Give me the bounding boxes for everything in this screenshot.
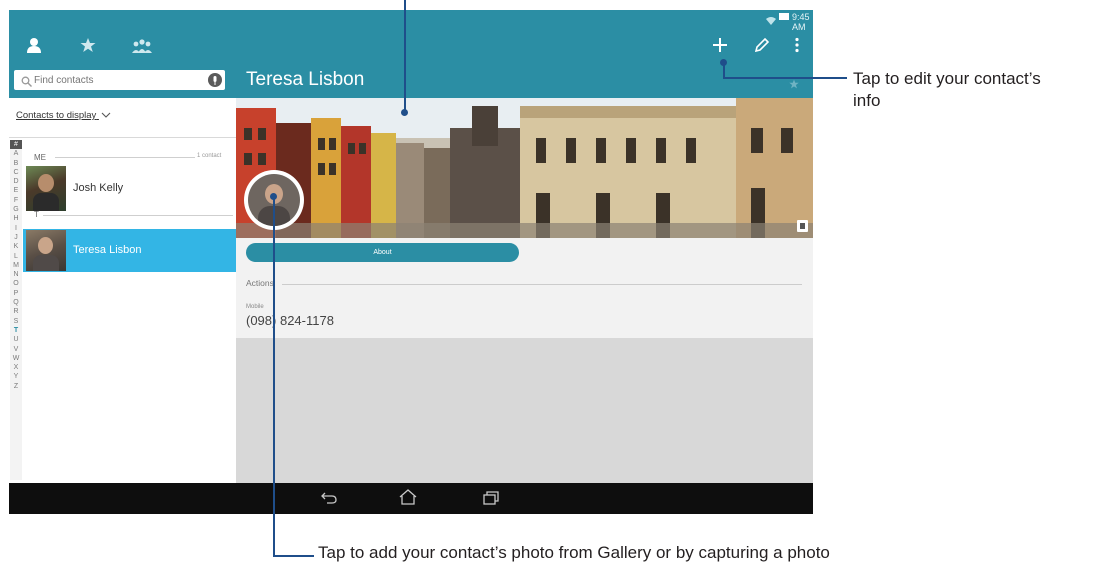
tab-groups[interactable]	[131, 34, 153, 56]
alphabet-index-letter[interactable]: O	[10, 279, 22, 288]
alphabet-index-letter[interactable]: M	[10, 261, 22, 270]
avatar	[26, 230, 66, 271]
divider	[9, 137, 236, 138]
change-cover-icon[interactable]	[797, 220, 808, 232]
contact-name: Josh Kelly	[73, 182, 124, 194]
alphabet-index-letter[interactable]: U	[10, 335, 22, 344]
callout-edit-line2: info	[853, 91, 881, 110]
alphabet-index-letter[interactable]: J	[10, 233, 22, 242]
mic-icon	[213, 75, 217, 85]
city-photo-image	[236, 98, 813, 238]
tablet-screen: 9:45 AM Teresa Lisbon	[9, 10, 813, 514]
alphabet-index-letter[interactable]: H	[10, 214, 22, 223]
wifi-icon	[765, 12, 777, 25]
group-icon	[132, 39, 152, 53]
recent-apps-icon	[483, 491, 499, 505]
recent-apps-button[interactable]	[476, 487, 506, 509]
contact-name: Teresa Lisbon	[73, 244, 142, 256]
back-icon	[321, 492, 337, 504]
search-box[interactable]	[14, 70, 225, 90]
callout-dot	[720, 59, 727, 66]
alphabet-index-letter[interactable]: W	[10, 354, 22, 363]
back-button[interactable]	[314, 487, 344, 509]
filter-label: Contacts to display	[16, 110, 97, 122]
alphabet-index-letter[interactable]: T	[10, 326, 22, 335]
divider	[55, 157, 195, 158]
actions-header: Actions	[246, 278, 274, 288]
section-header-me: ME	[34, 153, 46, 162]
alphabet-index-letter[interactable]: B	[10, 159, 22, 168]
alphabet-index-letter[interactable]: C	[10, 168, 22, 177]
callout-edit-text: Tap to edit your contact’s info	[853, 68, 1093, 112]
divider	[282, 284, 802, 285]
alphabet-index-letter[interactable]: S	[10, 317, 22, 326]
tab-favorites[interactable]	[77, 34, 99, 56]
battery-icon	[779, 13, 789, 20]
alphabet-index-letter[interactable]: P	[10, 289, 22, 298]
avatar	[26, 166, 66, 211]
plus-icon	[713, 38, 727, 52]
alphabet-index-letter[interactable]: A	[10, 149, 22, 158]
home-button[interactable]	[393, 486, 423, 508]
more-vert-icon	[795, 37, 799, 53]
alphabet-index-letter[interactable]: Z	[10, 382, 22, 391]
contacts-to-display-filter[interactable]: Contacts to display	[16, 110, 111, 121]
app-bar: 9:45 AM Teresa Lisbon	[9, 10, 813, 98]
alphabet-index-letter[interactable]: R	[10, 307, 22, 316]
status-bar: 9:45 AM	[9, 10, 813, 32]
voice-search-button[interactable]	[208, 73, 222, 87]
callout-dot	[270, 193, 277, 200]
contact-title: Teresa Lisbon	[246, 69, 365, 90]
overflow-menu-button[interactable]	[785, 33, 809, 57]
alphabet-index-letter[interactable]: X	[10, 363, 22, 372]
alphabet-index-letter[interactable]: V	[10, 345, 22, 354]
alphabet-index-letter[interactable]: F	[10, 196, 22, 205]
list-item-selected[interactable]: Teresa Lisbon	[23, 229, 236, 272]
search-input[interactable]	[34, 72, 194, 88]
tab-contacts[interactable]	[23, 34, 45, 56]
about-tab[interactable]: About	[246, 243, 519, 262]
callout-line-edit	[723, 77, 847, 79]
callout-edit-line1: Tap to edit your contact’s	[853, 69, 1041, 88]
alphabet-index[interactable]: # A B C D E F G H I J K L M N O P Q R S T U V W X Y Z	[10, 140, 22, 480]
divider	[43, 215, 233, 216]
alphabet-index-letter[interactable]: Q	[10, 298, 22, 307]
alphabet-index-letter[interactable]: I	[10, 224, 22, 233]
status-time: 9:45 AM	[792, 12, 810, 32]
alphabet-index-letter[interactable]: K	[10, 242, 22, 251]
callout-line-photo	[273, 196, 275, 557]
callout-line-photo	[273, 555, 314, 557]
callout-dot	[401, 109, 408, 116]
alphabet-index-letter[interactable]: Y	[10, 372, 22, 381]
contact-list-panel: Contacts to display # A B C D E F G H I J K L M N O P Q R S…	[9, 98, 236, 483]
about-label: About	[373, 249, 392, 256]
section-count: 1 contact	[197, 153, 222, 159]
alphabet-index-letter[interactable]: E	[10, 186, 22, 195]
add-contact-button[interactable]	[708, 33, 732, 57]
phone-number[interactable]: (098) 824-1178	[246, 313, 334, 328]
contact-details: About Actions Mobile (098) 824-1178	[236, 238, 813, 338]
person-icon	[27, 38, 41, 53]
chevron-down-icon	[101, 110, 111, 121]
phone-type-label: Mobile	[246, 304, 264, 310]
cover-photo[interactable]	[236, 98, 813, 238]
edit-contact-button[interactable]	[750, 33, 774, 57]
star-icon	[80, 38, 96, 52]
callout-photo-text: Tap to add your contact’s photo from Gal…	[318, 543, 830, 562]
list-item[interactable]: Josh Kelly	[23, 164, 236, 214]
alphabet-index-letter[interactable]: D	[10, 177, 22, 186]
search-icon	[21, 74, 32, 87]
alphabet-index-letter[interactable]: #	[10, 140, 22, 150]
alphabet-index-letter[interactable]: L	[10, 252, 22, 261]
section-header-t: T	[34, 210, 39, 219]
callout-line-cover	[404, 0, 406, 112]
pencil-icon	[755, 38, 769, 52]
navigation-bar	[9, 483, 813, 514]
alphabet-index-letter[interactable]: G	[10, 205, 22, 214]
home-icon	[399, 489, 417, 505]
alphabet-index-letter[interactable]: N	[10, 270, 22, 279]
